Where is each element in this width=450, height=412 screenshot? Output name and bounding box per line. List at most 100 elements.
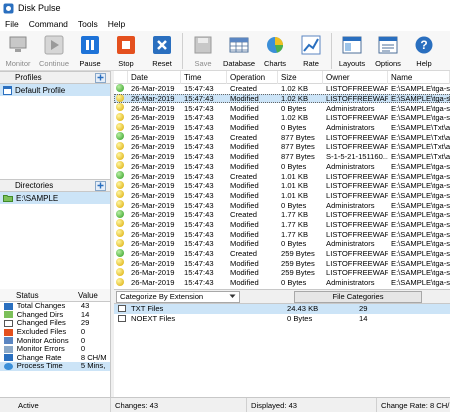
cell-op: Created — [230, 84, 258, 94]
cell-d: 26-Mar-2019 — [131, 113, 175, 123]
table-row[interactable]: 26-Mar-2019 15:47:43 Modified 1.02 KB LISTOF… — [114, 93, 450, 104]
cell-ow: LISTOFFREEWARE — [326, 190, 388, 200]
cell-sz: 0 Bytes — [281, 103, 307, 113]
category-row[interactable]: TXT Files 24.43 KB 29 — [114, 304, 450, 314]
menu-tools[interactable]: Tools — [73, 19, 103, 29]
changed-dirs-icon — [4, 311, 13, 319]
directory-item-sample[interactable]: E:\SAMPLE — [0, 192, 110, 204]
table-row[interactable]: 26-Mar-2019 15:47:43 Modified 1.01 KB LISTOF… — [114, 180, 450, 191]
value-column-header[interactable]: Value — [78, 291, 98, 300]
status-col-header[interactable] — [114, 71, 128, 84]
cell-ow: LISTOFFREEWARE — [326, 210, 388, 220]
cell-t: 15:47:43 — [184, 113, 214, 123]
category-row[interactable]: NOEXT Files 0 Bytes 14 — [114, 314, 450, 324]
left-pane: Profiles Default Profile Directories E:\… — [0, 71, 111, 397]
status-change-rate: Change Rate: 8 CH/M — [381, 400, 450, 410]
cell-ow: LISTOFFREEWARE — [326, 132, 388, 142]
options-icon — [378, 36, 398, 54]
cell-t: 15:47:43 — [184, 229, 214, 239]
row-status-icon — [114, 141, 128, 152]
help-button[interactable]: ? Help — [406, 31, 442, 71]
categorize-combo[interactable]: Categorize By Extension — [116, 290, 240, 303]
help-icon: ? — [415, 36, 433, 54]
table-row[interactable]: 26-Mar-2019 15:47:43 Modified 1.01 KB LISTOF… — [114, 190, 450, 201]
name-col-header[interactable]: Name — [388, 71, 450, 84]
title-bar: Disk Pulse — [0, 0, 450, 16]
menu-help[interactable]: Help — [103, 19, 130, 29]
table-row[interactable]: 26-Mar-2019 15:47:43 Modified 259 Bytes LIST… — [114, 258, 450, 268]
options-button[interactable]: Options — [370, 31, 406, 71]
table-row[interactable]: 26-Mar-2019 15:47:43 Modified 1.77 KB LISTOF… — [114, 229, 450, 239]
created-status-icon — [116, 209, 124, 218]
add-profile-button[interactable] — [95, 72, 106, 83]
stat-row: Excluded Files 0 — [0, 328, 110, 337]
file-categories-button[interactable]: File Categories — [294, 290, 422, 303]
cell-sz: 0 Bytes — [281, 278, 307, 288]
table-row[interactable]: 26-Mar-2019 15:47:43 Created 877 Bytes LISTO… — [114, 132, 450, 142]
monitor-button[interactable]: Monitor — [0, 31, 36, 71]
cell-sz: 1.77 KB — [281, 219, 309, 229]
row-status-icon — [114, 267, 128, 278]
charts-button[interactable]: Charts — [257, 31, 293, 71]
cell-d: 26-Mar-2019 — [131, 219, 175, 229]
pause-button[interactable]: Pause — [72, 31, 108, 71]
total-changes-icon — [4, 302, 13, 310]
cell-sz: 0 Bytes — [281, 239, 307, 249]
cell-nm: E:\SAMPLE\Txt\a — [391, 123, 450, 133]
table-row[interactable]: 26-Mar-2019 15:47:43 Modified 0 Bytes Admini… — [114, 277, 450, 288]
layouts-button[interactable]: Layouts — [334, 31, 370, 71]
table-row[interactable]: 26-Mar-2019 15:47:43 Modified 0 Bytes Admini… — [114, 200, 450, 210]
cell-d: 26-Mar-2019 — [131, 161, 175, 171]
rate-button[interactable]: Rate — [293, 31, 329, 71]
database-button[interactable]: Database — [221, 31, 257, 71]
pie-chart-icon — [267, 37, 283, 53]
table-row[interactable]: 26-Mar-2019 15:47:43 Created 1.02 KB LISTOFF… — [114, 83, 450, 94]
cell-op: Modified — [230, 258, 259, 268]
table-row[interactable]: 26-Mar-2019 15:47:43 Modified 0 Bytes Admini… — [114, 103, 450, 113]
operation-col-header[interactable]: Operation — [227, 71, 278, 84]
toolbar-separator — [331, 33, 332, 69]
cell-ow: LISTOFFREEWARE — [326, 258, 388, 268]
date-col-header[interactable]: Date — [128, 71, 181, 84]
table-row[interactable]: 26-Mar-2019 15:47:43 Modified 1.02 KB LISTOF… — [114, 112, 450, 123]
categories-toolbar: Categorize By Extension File Categories — [114, 290, 450, 304]
cell-ow: LISTOFFREEWARE — [326, 249, 388, 259]
modified-status-icon — [116, 258, 124, 267]
created-status-icon — [116, 171, 124, 180]
menu-command[interactable]: Command — [24, 19, 73, 29]
cell-nm: E:\SAMPLE\tga-s — [391, 239, 450, 249]
table-row[interactable]: 26-Mar-2019 15:47:43 Modified 0 Bytes Admini… — [114, 122, 450, 133]
size-col-header[interactable]: Size — [278, 71, 323, 84]
cell-ow: Administrators — [326, 200, 375, 210]
stop-button[interactable]: Stop — [108, 31, 144, 71]
stat-row: Monitor Errors 0 — [0, 345, 110, 354]
table-row[interactable]: 26-Mar-2019 15:47:43 Modified 1.77 KB LISTOF… — [114, 219, 450, 230]
grid-header: Date Time Operation Size Owner Name — [114, 71, 450, 84]
cell-d: 26-Mar-2019 — [131, 171, 175, 181]
save-button[interactable]: Save — [185, 31, 221, 71]
table-row[interactable]: 26-Mar-2019 15:47:43 Modified 0 Bytes Admini… — [114, 238, 450, 249]
profile-item-default[interactable]: Default Profile — [0, 84, 110, 96]
cell-op: Modified — [230, 94, 259, 104]
modified-status-icon — [116, 190, 124, 199]
table-row[interactable]: 26-Mar-2019 15:47:43 Modified 877 Bytes LIST… — [114, 141, 450, 152]
cell-sz: 877 Bytes — [281, 152, 315, 162]
menu-file[interactable]: File — [0, 19, 24, 29]
table-row[interactable]: 26-Mar-2019 15:47:43 Created 259 Bytes LISTO… — [114, 248, 450, 259]
table-row[interactable]: 26-Mar-2019 15:47:43 Modified 259 Bytes LIST… — [114, 267, 450, 278]
cell-t: 15:47:43 — [184, 268, 214, 278]
cell-d: 26-Mar-2019 — [131, 229, 175, 239]
table-row[interactable]: 26-Mar-2019 15:47:43 Modified 877 Bytes S-1-… — [114, 151, 450, 162]
reset-button[interactable]: Reset — [144, 31, 180, 71]
owner-col-header[interactable]: Owner — [323, 71, 388, 84]
table-row[interactable]: 26-Mar-2019 15:47:43 Modified 0 Bytes Admini… — [114, 161, 450, 172]
time-col-header[interactable]: Time — [181, 71, 227, 84]
status-column-header[interactable]: Status — [0, 291, 78, 300]
cell-sz: 1.02 KB — [281, 84, 309, 94]
add-directory-button[interactable] — [95, 180, 106, 191]
table-row[interactable]: 26-Mar-2019 15:47:43 Created 1.77 KB LISTOFF… — [114, 209, 450, 220]
cell-ow: S-1-5-21-151160... — [326, 152, 388, 162]
cell-d: 26-Mar-2019 — [131, 181, 175, 191]
continue-button[interactable]: Continue — [36, 31, 72, 71]
table-row[interactable]: 26-Mar-2019 15:47:43 Created 1.01 KB LISTOFF… — [114, 171, 450, 181]
